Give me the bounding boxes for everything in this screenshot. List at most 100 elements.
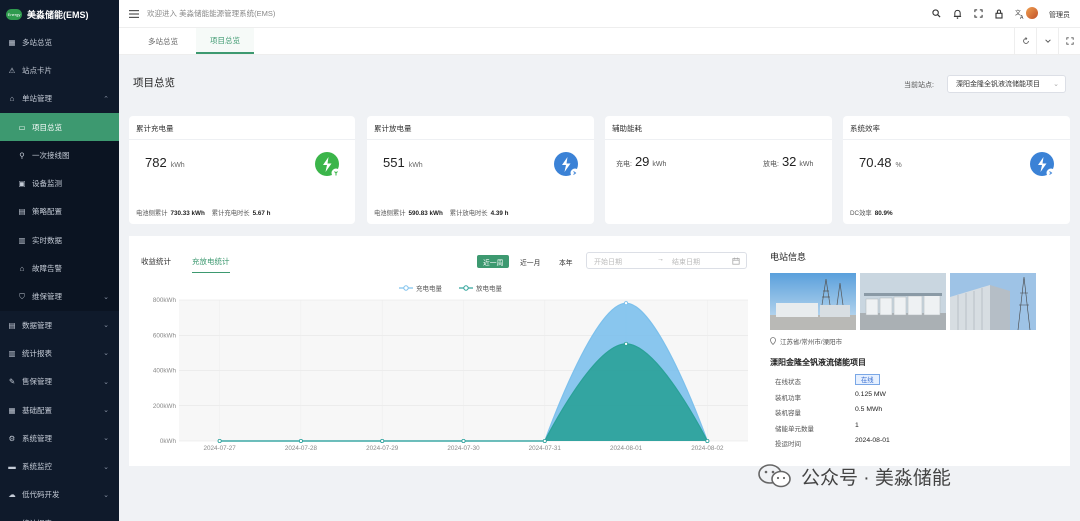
data-point xyxy=(624,301,629,306)
chevron-down-icon: ⌄ xyxy=(103,491,109,499)
y-tick-label: 600kWh xyxy=(153,332,177,339)
sidebar-item-11[interactable]: ▥ 统计报表 ⌄ xyxy=(0,339,119,367)
sidebar-item-5[interactable]: ▣ 设备监测 xyxy=(0,169,119,198)
station-select-value: 溧阳金隆全钒液流储能项目 xyxy=(956,81,1040,88)
sidebar-item-label: 故障告警 xyxy=(32,264,62,274)
expand-icon[interactable] xyxy=(1058,28,1080,54)
card-total-charge: 累计充电量 782 kWh 电池侧累计 730.33 kWh 累计充电时长 5.67 h xyxy=(129,116,355,224)
card-aux-consumption: 辅助能耗 充电: 29 kWh 放电: 32 kWh xyxy=(605,116,832,224)
info-value: 0.125 MW xyxy=(855,390,886,398)
efficiency-footer: DC效率 80.9% xyxy=(850,210,893,217)
sidebar-item-10[interactable]: ▤ 数据管理 ⌄ xyxy=(0,311,119,339)
tab-income-stats[interactable]: 收益统计 xyxy=(141,256,171,267)
bell-icon[interactable] xyxy=(952,8,962,19)
sidebar-item-8[interactable]: ⌂ 故障告警 xyxy=(0,254,119,283)
y-tick-label: 200kWh xyxy=(153,403,177,410)
refresh-icon[interactable] xyxy=(1014,28,1036,54)
station-photo[interactable] xyxy=(860,273,946,330)
report-icon: ▥ xyxy=(8,348,16,358)
menu-toggle-icon[interactable] xyxy=(129,9,139,18)
shield-icon: ⛉ xyxy=(19,291,25,301)
card-title: 累计放电量 xyxy=(374,124,412,133)
avatar[interactable] xyxy=(1026,7,1038,19)
service-icon: ✎ xyxy=(8,377,16,387)
card-total-discharge: 累计放电量 551 kWh 电池侧累计 590.83 kWh 累计放电时长 4.39 h xyxy=(367,116,594,224)
station-photo[interactable] xyxy=(950,273,1036,330)
legend-label: 充电电量 xyxy=(416,284,443,293)
range-week-button[interactable]: 近一周 xyxy=(477,255,510,268)
lock-icon[interactable] xyxy=(994,8,1004,19)
info-label: 装机容量 xyxy=(775,410,801,417)
realtime-icon: ▥ xyxy=(18,235,26,245)
sidebar-item-14[interactable]: ⚙ 系统管理 ⌄ xyxy=(0,424,119,452)
charge-value: 782 kWh xyxy=(145,155,185,170)
sidebar-item-label: 项目总览 xyxy=(32,122,62,132)
diagram-icon: ⚲ xyxy=(19,150,25,160)
sidebar-item-label: 维保管理 xyxy=(32,292,62,302)
translate-icon[interactable]: 文A xyxy=(1015,8,1025,19)
watermark-text: 公众号 · 美淼储能 xyxy=(801,467,951,489)
chevron-down-icon[interactable] xyxy=(1036,28,1058,54)
sidebar-item-12[interactable]: ✎ 售保管理 ⌄ xyxy=(0,368,119,396)
sidebar-item-label: 多站总览 xyxy=(22,37,52,47)
range-year-button[interactable]: 本年 xyxy=(553,255,579,268)
alarm-icon: ⌂ xyxy=(19,264,25,274)
card-system-efficiency: 系统效率 70.48% DC效率 80.9% xyxy=(843,116,1070,224)
app-logo[interactable]: Energy 美淼储能(EMS) xyxy=(0,0,119,28)
sidebar-item-1[interactable]: ⚠ 站点卡片 xyxy=(0,56,119,84)
range-month-button[interactable]: 近一月 xyxy=(514,255,546,268)
sidebar-item-label: 统计报表 xyxy=(22,348,52,358)
app-title: 美淼储能(EMS) xyxy=(27,9,89,20)
sidebar-item-label: 设备监测 xyxy=(32,179,62,189)
sidebar-item-16[interactable]: ☁ 低代码开发 ⌄ xyxy=(0,481,119,509)
legend-marker xyxy=(403,285,409,291)
chevron-down-icon: ⌄ xyxy=(103,322,109,330)
monitor-screen-icon: ▬ xyxy=(8,462,16,472)
info-label: 投运时间 xyxy=(775,441,801,448)
end-date-placeholder[interactable]: 结束日期 xyxy=(672,257,700,267)
sidebar: Energy 美淼储能(EMS) ▦ 多站总览 ⚠ 站点卡片 ⌂ 单站管理 ⌃ ▭ 项目总览 ⚲ 一… xyxy=(0,0,119,521)
sidebar-item-7[interactable]: ▥ 实时数据 xyxy=(0,226,119,255)
sidebar-item-label: 站点卡片 xyxy=(22,65,52,75)
y-tick-label: 0kWh xyxy=(160,438,177,445)
welcome-text: 欢迎进入 美淼储能能源管理系统(EMS) xyxy=(147,9,276,18)
sidebar-item-15[interactable]: ▬ 系统监控 ⌄ xyxy=(0,452,119,480)
data-point xyxy=(217,438,222,443)
chevron-down-icon: ⌄ xyxy=(103,407,109,414)
calendar-icon xyxy=(732,257,740,265)
sidebar-item-0[interactable]: ▦ 多站总览 xyxy=(0,28,119,56)
search-icon[interactable] xyxy=(931,8,941,19)
station-photo[interactable] xyxy=(770,273,856,330)
sidebar-item-6[interactable]: ▤ 策略配置 xyxy=(0,197,119,227)
station-select[interactable]: 溧阳金隆全钒液流储能项目 ⌄ xyxy=(947,75,1066,93)
legend-label: 放电电量 xyxy=(476,284,503,293)
y-tick-label: 800kWh xyxy=(153,297,177,304)
efficiency-icon xyxy=(1030,152,1056,178)
x-tick-label: 2024-07-31 xyxy=(529,445,562,452)
sidebar-item-label: 策略配置 xyxy=(32,207,62,217)
sidebar-item-label: 数据管理 xyxy=(22,320,52,330)
project-name: 溧阳金隆全钒液流储能项目 xyxy=(770,358,866,367)
sidebar-item-label: 系统管理 xyxy=(22,433,52,443)
username[interactable]: 管理员 xyxy=(1049,10,1070,20)
efficiency-value: 70.48% xyxy=(859,155,902,170)
sidebar-item-3[interactable]: ▭ 项目总览 xyxy=(0,112,119,142)
sidebar-item-9[interactable]: ⛉ 维保管理 ⌄ xyxy=(0,282,119,311)
date-range-picker[interactable]: 开始日期 → 结束日期 xyxy=(586,252,747,269)
chevron-down-icon: ⌄ xyxy=(103,378,109,386)
legend-marker xyxy=(463,285,469,291)
sidebar-item-4[interactable]: ⚲ 一次接线图 xyxy=(0,141,119,170)
station-location: 江苏省/常州市/溧阳市 xyxy=(770,336,842,346)
x-tick-label: 2024-07-28 xyxy=(285,445,318,452)
start-date-placeholder[interactable]: 开始日期 xyxy=(594,257,622,267)
tab-energy-stats[interactable]: 充放电统计 xyxy=(192,256,230,273)
tab-project-overview[interactable]: 项目总览 xyxy=(196,28,254,54)
sidebar-item-2[interactable]: ⌂ 单站管理 ⌃ xyxy=(0,85,119,113)
info-value: 0.5 MWh xyxy=(855,406,883,413)
sidebar-item-13[interactable]: ▦ 基础配置 ⌄ xyxy=(0,396,119,424)
sidebar-item-label: 售保管理 xyxy=(22,377,52,387)
card-icon: ⚠ xyxy=(8,65,16,75)
sidebar-item-17[interactable]: ▥统计报表 xyxy=(0,509,119,521)
tab-multi-station[interactable]: 多站总览 xyxy=(134,28,192,54)
fullscreen-icon[interactable] xyxy=(973,8,983,19)
